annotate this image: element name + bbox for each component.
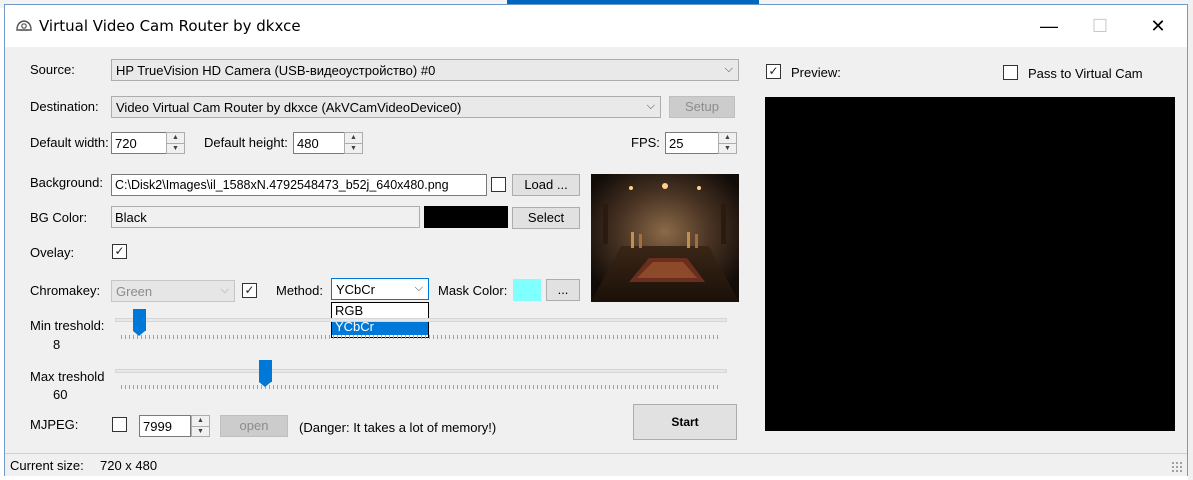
mjpeg-warning: (Danger: It takes a lot of memory!) [299, 420, 497, 435]
pass-to-virtual-cam-label: Pass to Virtual Cam [1028, 66, 1143, 81]
chromakey-checkbox[interactable]: ✓ [242, 283, 257, 298]
min-threshold-track[interactable] [115, 318, 727, 322]
chevron-down-icon: ⌵ [220, 284, 229, 296]
spin-down-icon[interactable]: ▼ [167, 143, 184, 154]
max-threshold-label: Max treshold [30, 369, 105, 384]
chromakey-label: Chromakey: [30, 283, 101, 298]
destination-value: Video Virtual Cam Router by dkxce (AkVCa… [116, 100, 462, 115]
default-width-spinner[interactable]: ▲ ▼ [166, 132, 185, 154]
source-label: Source: [30, 62, 75, 77]
chromakey-color-value: Green [116, 284, 153, 299]
mjpeg-checkbox[interactable] [112, 417, 127, 432]
min-threshold-value: 8 [53, 337, 61, 352]
max-threshold-slider-thumb[interactable] [258, 360, 272, 387]
chevron-down-icon: ⌵ [646, 100, 655, 112]
background-thumbnail [591, 174, 739, 302]
mask-color-label: Mask Color: [438, 283, 508, 298]
mjpeg-port-spinner[interactable]: ▲ ▼ [191, 415, 210, 437]
chromakey-color-combo[interactable]: Green ⌵ [111, 280, 235, 302]
main-window: Virtual Video Cam Router by dkxce — ☐ ✕ … [4, 4, 1188, 476]
background-label: Background: [30, 175, 103, 190]
background-checkbox[interactable] [491, 177, 506, 192]
current-size-label: Current size: [10, 458, 84, 473]
default-width-label: Default width: [30, 135, 109, 150]
mask-color-swatch [513, 279, 541, 301]
spin-down-icon[interactable]: ▼ [719, 143, 736, 154]
resize-grip-icon[interactable] [1171, 461, 1183, 473]
close-button[interactable]: ✕ [1135, 5, 1181, 47]
source-combo[interactable]: HP TrueVision HD Camera (USB-видеоустрой… [111, 59, 739, 81]
chevron-down-icon: ⌵ [414, 282, 423, 294]
destination-label: Destination: [30, 99, 99, 114]
method-combo[interactable]: YCbCr ⌵ [331, 278, 429, 300]
spin-down-icon[interactable]: ▼ [192, 426, 209, 437]
open-button[interactable]: open [220, 415, 288, 437]
method-label: Method: [276, 283, 323, 298]
app-icon [16, 20, 32, 31]
background-path-input[interactable]: C:\Disk2\Images\il_1588xN.4792548473_b52… [111, 174, 487, 196]
method-option-rgb[interactable]: RGB [332, 303, 428, 319]
max-threshold-value: 60 [53, 387, 68, 402]
mjpeg-port-input[interactable]: 7999 [139, 415, 191, 437]
spin-up-icon[interactable]: ▲ [192, 416, 209, 426]
bg-color-label: BG Color: [30, 210, 88, 225]
overlay-label: Ovelay: [30, 245, 75, 260]
load-button[interactable]: Load ... [512, 174, 580, 196]
maximize-button[interactable]: ☐ [1077, 5, 1123, 47]
min-threshold-ticks [121, 335, 721, 339]
default-height-label: Default height: [204, 135, 288, 150]
spin-up-icon[interactable]: ▲ [719, 133, 736, 143]
fps-spinner[interactable]: ▲ ▼ [718, 132, 737, 154]
background-window-edge [1188, 0, 1193, 480]
spin-up-icon[interactable]: ▲ [345, 133, 362, 143]
min-threshold-slider-thumb[interactable] [132, 309, 146, 336]
preview-checkbox[interactable]: ✓ [766, 64, 781, 79]
min-threshold-label: Min treshold: [30, 318, 105, 333]
method-value: YCbCr [336, 282, 376, 297]
max-threshold-ticks [121, 385, 721, 389]
select-color-button[interactable]: Select [512, 207, 580, 229]
chevron-down-icon: ⌵ [724, 63, 733, 75]
title-bar[interactable]: Virtual Video Cam Router by dkxce — ☐ ✕ [5, 5, 1187, 47]
status-bar: Current size: 720 x 480 [5, 453, 1187, 476]
preview-label: Preview: [791, 65, 841, 80]
fps-input[interactable]: 25 [665, 132, 719, 154]
default-height-input[interactable]: 480 [293, 132, 345, 154]
spin-down-icon[interactable]: ▼ [345, 143, 362, 154]
window-title: Virtual Video Cam Router by dkxce [39, 17, 301, 35]
overlay-checkbox[interactable]: ✓ [112, 244, 127, 259]
bg-color-value: Black [111, 206, 420, 228]
preview-area [765, 97, 1175, 431]
bg-color-swatch [424, 206, 508, 228]
minimize-button[interactable]: — [1026, 5, 1072, 47]
fps-label: FPS: [631, 135, 660, 150]
spin-up-icon[interactable]: ▲ [167, 133, 184, 143]
mask-color-button[interactable]: ... [546, 279, 580, 301]
destination-combo[interactable]: Video Virtual Cam Router by dkxce (AkVCa… [111, 96, 661, 118]
max-threshold-track[interactable] [115, 369, 727, 373]
default-width-input[interactable]: 720 [111, 132, 167, 154]
default-height-spinner[interactable]: ▲ ▼ [344, 132, 363, 154]
mjpeg-label: MJPEG: [30, 417, 79, 432]
source-value: HP TrueVision HD Camera (USB-видеоустрой… [116, 63, 436, 78]
current-size-value: 720 x 480 [100, 458, 158, 473]
pass-to-virtual-cam-checkbox[interactable] [1003, 65, 1018, 80]
start-button[interactable]: Start [633, 404, 737, 440]
setup-button[interactable]: Setup [669, 96, 735, 118]
